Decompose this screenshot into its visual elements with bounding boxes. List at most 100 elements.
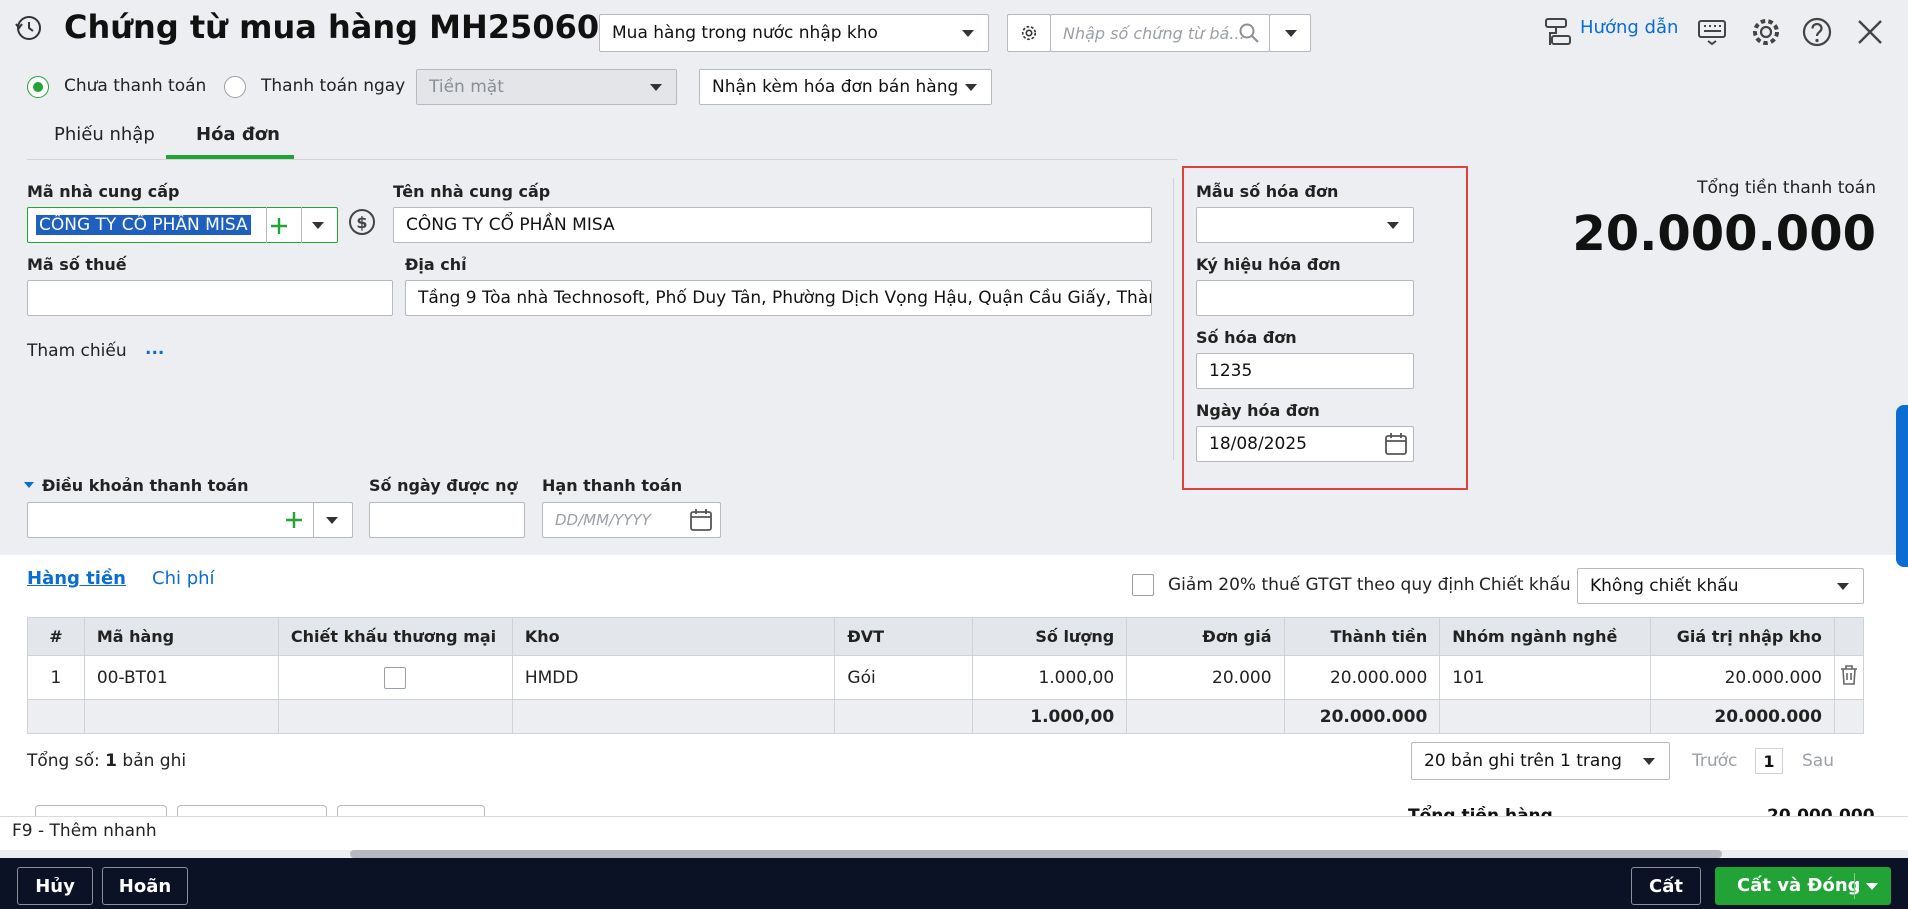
invoice-form-select[interactable] <box>1196 207 1414 243</box>
column-header[interactable]: Nhóm ngành nghề <box>1439 617 1652 656</box>
close-icon[interactable] <box>1856 18 1884 46</box>
dollar-icon[interactable]: $ <box>348 208 376 236</box>
column-header[interactable]: # <box>27 617 85 656</box>
invoice-date-input[interactable]: 18/08/2025 <box>1196 426 1414 462</box>
cell-industry[interactable]: 101 <box>1439 655 1652 700</box>
chevron-down-icon[interactable] <box>326 517 338 524</box>
cancel-button[interactable]: Hủy <box>17 867 93 905</box>
tax-code-input[interactable] <box>27 280 393 316</box>
total-cell <box>1834 699 1865 734</box>
calendar-icon[interactable] <box>1384 432 1408 456</box>
column-header[interactable]: Thành tiền <box>1284 617 1441 656</box>
tab-goods[interactable]: Hàng tiền <box>27 568 126 589</box>
vat-reduction-checkbox[interactable] <box>1132 574 1154 596</box>
next-page-button[interactable]: Sau <box>1802 751 1834 771</box>
supplier-code-label: Mã nhà cung cấp <box>27 182 180 201</box>
supplier-code-value: CÔNG TY CỔ PHẦN MISA <box>36 215 251 235</box>
column-header[interactable]: Giá trị nhập kho <box>1650 617 1835 656</box>
tab-invoice[interactable]: Hóa đơn <box>196 124 280 145</box>
credit-days-label: Số ngày được nợ <box>369 476 518 495</box>
search-options-button[interactable] <box>1269 14 1311 52</box>
settings-icon[interactable] <box>1750 16 1782 48</box>
keyboard-icon[interactable] <box>1697 18 1727 46</box>
payment-method-select[interactable]: Tiền mặt <box>416 69 677 105</box>
purchase-type-value: Mua hàng trong nước nhập kho <box>612 23 878 43</box>
tab-receipt[interactable]: Phiếu nhập <box>54 124 155 145</box>
prev-page-button[interactable]: Trước <box>1692 751 1737 771</box>
cell-unit-price[interactable]: 20.000 <box>1126 655 1285 700</box>
unpaid-radio[interactable] <box>27 76 49 98</box>
save-close-button[interactable]: Cất và Đóng <box>1715 867 1891 905</box>
add-terms-icon[interactable] <box>283 509 305 531</box>
address-label: Địa chỉ <box>405 255 467 274</box>
guide-link[interactable]: Hướng dẫn <box>1580 17 1678 38</box>
page-title: Chứng từ mua hàng MH2506026 <box>64 8 644 46</box>
total-cell <box>1439 699 1652 734</box>
supplier-name-label: Tên nhà cung cấp <box>393 182 551 201</box>
postpone-button[interactable]: Hoãn <box>102 867 188 905</box>
calendar-icon[interactable] <box>689 508 713 532</box>
footer-bar <box>0 858 1908 909</box>
reference-more-link[interactable]: ... <box>145 339 164 359</box>
invoice-symbol-input[interactable] <box>1196 280 1414 316</box>
cell-trade-discount[interactable] <box>278 655 513 700</box>
hotkey-bar <box>0 816 1908 850</box>
chevron-down-icon[interactable] <box>1866 883 1878 890</box>
guide-icon[interactable] <box>1542 16 1572 48</box>
column-header[interactable]: Mã hàng <box>84 617 279 656</box>
total-cell <box>834 699 973 734</box>
paid-now-radio[interactable] <box>224 76 246 98</box>
address-input[interactable]: Tầng 9 Tòa nhà Technosoft, Phố Duy Tân, … <box>405 280 1152 316</box>
cell-delete[interactable] <box>1834 655 1865 700</box>
horizontal-scrollbar-thumb[interactable] <box>350 850 1722 858</box>
column-header[interactable]: Kho <box>512 617 836 656</box>
column-header[interactable]: ĐVT <box>834 617 973 656</box>
invoice-date-value: 18/08/2025 <box>1209 434 1307 454</box>
chevron-down-icon <box>962 30 974 37</box>
invoice-date-label: Ngày hóa đơn <box>1196 401 1320 420</box>
column-header[interactable]: Số lượng <box>972 617 1128 656</box>
add-supplier-icon[interactable] <box>268 215 290 237</box>
side-panel-handle[interactable] <box>1896 405 1908 567</box>
voucher-search-input[interactable]: Nhập số chứng từ bá... <box>1050 14 1270 52</box>
save-button[interactable]: Cất <box>1631 867 1701 905</box>
svg-text:$: $ <box>356 213 367 232</box>
due-date-label: Hạn thanh toán <box>542 476 683 495</box>
credit-days-input[interactable] <box>369 502 525 538</box>
chevron-down-icon <box>965 84 977 91</box>
trash-icon[interactable] <box>1839 664 1859 686</box>
search-icon[interactable] <box>1238 22 1260 44</box>
cell-item-code[interactable]: 00-BT01 <box>84 655 279 700</box>
table-row[interactable]: 1 00-BT01 HMDD Gói 1.000,00 20.000 20.00… <box>27 655 1865 700</box>
tax-code-label: Mã số thuế <box>27 255 127 274</box>
total-cell <box>278 699 513 734</box>
purchase-type-select[interactable]: Mua hàng trong nước nhập kho <box>599 14 989 52</box>
collapse-terms-icon[interactable] <box>24 482 34 488</box>
page-size-select[interactable]: 20 bản ghi trên 1 trang <box>1411 742 1670 780</box>
discount-select[interactable]: Không chiết khấu <box>1577 568 1864 604</box>
supplier-code-input[interactable]: CÔNG TY CỔ PHẦN MISA <box>27 207 338 243</box>
supplier-name-value: CÔNG TY CỔ PHẦN MISA <box>406 215 615 235</box>
cell-amount[interactable]: 20.000.000 <box>1284 655 1441 700</box>
record-count-suffix: bản ghi <box>122 751 187 771</box>
cell-unit[interactable]: Gói <box>834 655 973 700</box>
column-header[interactable]: Chiết khấu thương mại <box>278 617 513 656</box>
cell-quantity[interactable]: 1.000,00 <box>972 655 1128 700</box>
cell-warehouse[interactable]: HMDD <box>512 655 836 700</box>
help-icon[interactable] <box>1801 16 1833 48</box>
history-icon[interactable] <box>14 14 42 42</box>
supplier-name-input[interactable]: CÔNG TY CỔ PHẦN MISA <box>393 207 1152 243</box>
trade-discount-checkbox[interactable] <box>384 666 407 689</box>
current-page[interactable]: 1 <box>1755 748 1783 774</box>
invoice-number-input[interactable]: 1235 <box>1196 353 1414 389</box>
tab-expenses[interactable]: Chi phí <box>152 568 215 589</box>
chevron-down-icon <box>1643 758 1655 765</box>
paid-now-label: Thanh toán ngay <box>261 76 406 96</box>
invoice-option-select[interactable]: Nhận kèm hóa đơn bán hàng <box>699 69 992 105</box>
search-settings-button[interactable] <box>1007 14 1051 52</box>
gear-icon <box>1021 25 1037 41</box>
cell-import-value[interactable]: 20.000.000 <box>1650 655 1835 700</box>
column-header[interactable]: Đơn giá <box>1126 617 1285 656</box>
vat-reduction-label: Giảm 20% thuế GTGT theo quy định <box>1168 575 1475 595</box>
chevron-down-icon[interactable] <box>312 222 324 229</box>
